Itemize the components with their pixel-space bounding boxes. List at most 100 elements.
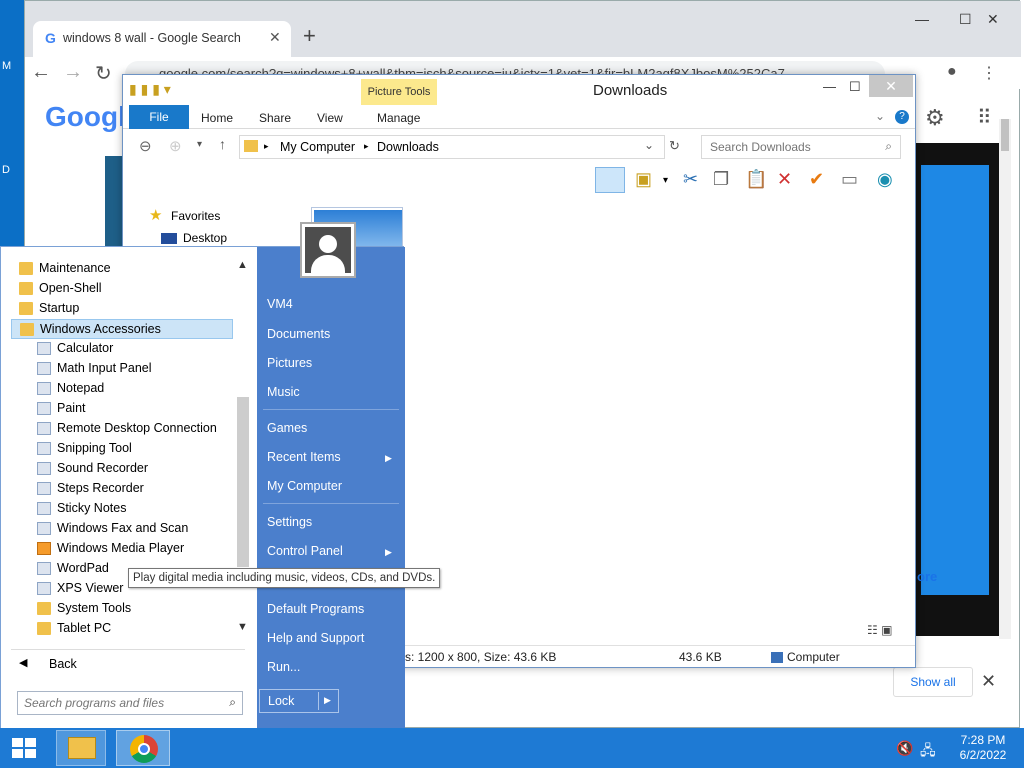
refresh-icon[interactable]: ↻	[669, 138, 680, 154]
tab-manage[interactable]: Manage	[377, 111, 420, 125]
program-item[interactable]: Tablet PC	[11, 619, 233, 639]
nav-desktop[interactable]: Desktop	[183, 231, 227, 245]
lock-button[interactable]: Lock ▶	[259, 689, 339, 713]
taskbar-explorer-button[interactable]	[56, 730, 106, 766]
minimize-icon[interactable]: —	[823, 79, 836, 94]
maximize-icon[interactable]: ☐	[849, 79, 861, 95]
clock[interactable]: 7:28 PM 6/2/2022	[952, 733, 1014, 763]
speaker-muted-icon[interactable]: 🔇	[896, 740, 913, 757]
nav-favorites[interactable]: Favorites	[171, 209, 220, 223]
quick-access-toolbar-icon[interactable]: ▮ ▮ ▮ ▾	[129, 81, 171, 98]
expand-ribbon-icon[interactable]: ⌄	[875, 109, 885, 123]
program-item[interactable]: Sound Recorder	[11, 459, 233, 479]
program-item[interactable]: Steps Recorder	[11, 479, 233, 499]
preview-pane-icon[interactable]	[595, 167, 625, 193]
start-button[interactable]	[0, 728, 48, 768]
program-item[interactable]: Startup	[11, 299, 233, 319]
gear-icon[interactable]: ⚙	[925, 105, 945, 131]
scroll-down-icon[interactable]: ▼	[237, 621, 248, 633]
menu-icon[interactable]: ⋮	[981, 63, 997, 83]
rename-icon[interactable]: ▭	[841, 169, 858, 190]
place-games[interactable]: Games	[267, 421, 307, 435]
recent-locations-icon[interactable]: ▾	[197, 139, 202, 150]
program-item[interactable]: Maintenance	[11, 259, 233, 279]
program-item[interactable]: Notepad	[11, 379, 233, 399]
back-icon[interactable]: ←	[31, 61, 51, 84]
avatar[interactable]	[300, 222, 356, 278]
chevron-down-icon[interactable]: ▾	[663, 175, 668, 186]
details-view-icon[interactable]: ☷ ▣	[867, 623, 892, 637]
folder-options-icon[interactable]: ▣	[635, 169, 652, 190]
place-default-programs[interactable]: Default Programs	[267, 602, 364, 616]
place-documents[interactable]: Documents	[267, 327, 330, 341]
program-item[interactable]: Windows Fax and Scan	[11, 519, 233, 539]
place-music[interactable]: Music	[267, 385, 300, 399]
place-vm4[interactable]: VM4	[267, 297, 293, 311]
breadcrumb-my-computer[interactable]: My Computer	[280, 140, 355, 154]
maximize-icon[interactable]: ☐	[959, 11, 972, 28]
program-item[interactable]: Remote Desktop Connection	[11, 419, 233, 439]
start-search-field[interactable]: ⌕	[17, 691, 243, 715]
place-pictures[interactable]: Pictures	[267, 356, 312, 370]
breadcrumb-downloads[interactable]: Downloads	[377, 140, 439, 154]
browser-tab[interactable]: G windows 8 wall - Google Search ✕	[33, 21, 291, 57]
paste-icon[interactable]: 📋	[745, 169, 767, 190]
new-tab-button[interactable]: +	[303, 23, 316, 49]
picture-tools-tab[interactable]: Picture Tools	[361, 79, 437, 105]
more-link[interactable]: ore	[917, 569, 937, 584]
scroll-up-icon[interactable]: ▲	[237, 259, 248, 271]
shell-icon[interactable]: ◉	[877, 169, 893, 190]
page-scrollbar[interactable]	[999, 119, 1011, 639]
close-window-icon[interactable]: ✕	[987, 11, 999, 28]
start-search-input[interactable]	[18, 692, 214, 714]
desktop-icon	[161, 233, 177, 244]
cut-icon[interactable]: ✂	[683, 169, 698, 190]
place-control-panel[interactable]: Control Panel	[267, 544, 343, 558]
reload-icon[interactable]: ↻	[95, 61, 112, 86]
search-input[interactable]	[702, 136, 872, 158]
program-item[interactable]: Calculator	[11, 339, 233, 359]
properties-icon[interactable]: ✔	[809, 169, 824, 190]
place-recent-items[interactable]: Recent Items	[267, 450, 341, 464]
back-label: Back	[49, 657, 77, 671]
program-item[interactable]: Windows Media Player	[11, 539, 233, 559]
close-tab-icon[interactable]: ✕	[269, 29, 281, 46]
copy-icon[interactable]: ❐	[713, 169, 729, 190]
program-item[interactable]: Paint	[11, 399, 233, 419]
place-run[interactable]: Run...	[267, 660, 300, 674]
program-item-selected[interactable]: Windows Accessories	[11, 319, 233, 339]
program-item[interactable]: Open-Shell	[11, 279, 233, 299]
help-icon[interactable]: ?	[895, 110, 909, 124]
close-icon[interactable]: ✕	[869, 75, 913, 97]
forward-icon[interactable]: ⊕	[169, 137, 182, 155]
program-item[interactable]: Snipping Tool	[11, 439, 233, 459]
taskbar-chrome-button[interactable]	[116, 730, 170, 766]
tab-file[interactable]: File	[129, 105, 189, 129]
breadcrumb[interactable]: ▸ My Computer ▸ Downloads ⌄	[239, 135, 665, 159]
place-settings[interactable]: Settings	[267, 515, 312, 529]
program-item[interactable]: Sticky Notes	[11, 499, 233, 519]
network-icon[interactable]: 🖧	[920, 740, 936, 764]
up-icon[interactable]: ↑	[219, 136, 226, 152]
tab-share[interactable]: Share	[259, 111, 291, 125]
tab-home[interactable]: Home	[201, 111, 233, 125]
back-button[interactable]: ◀ Back	[11, 653, 245, 675]
program-item[interactable]: Math Input Panel	[11, 359, 233, 379]
back-icon[interactable]: ⊖	[139, 137, 152, 155]
search-field[interactable]: ⌕	[701, 135, 901, 159]
forward-icon[interactable]: →	[63, 61, 83, 84]
remote-desktop-icon	[37, 422, 51, 435]
minimize-icon[interactable]: —	[915, 11, 929, 27]
place-my-computer[interactable]: My Computer	[267, 479, 342, 493]
delete-icon[interactable]: ✕	[777, 169, 792, 190]
program-label: Sound Recorder	[57, 461, 149, 475]
apps-grid-icon[interactable]: ⠿	[977, 105, 992, 130]
shutdown-options-icon[interactable]: ▶	[324, 695, 331, 706]
tab-view[interactable]: View	[317, 111, 343, 125]
program-item[interactable]: System Tools	[11, 599, 233, 619]
place-help-support[interactable]: Help and Support	[267, 631, 364, 645]
profile-icon[interactable]: ●	[947, 63, 957, 81]
show-all-button[interactable]: Show all	[893, 667, 973, 697]
chevron-down-icon[interactable]: ⌄	[644, 138, 654, 152]
close-downloads-bar-icon[interactable]: ✕	[981, 671, 996, 692]
